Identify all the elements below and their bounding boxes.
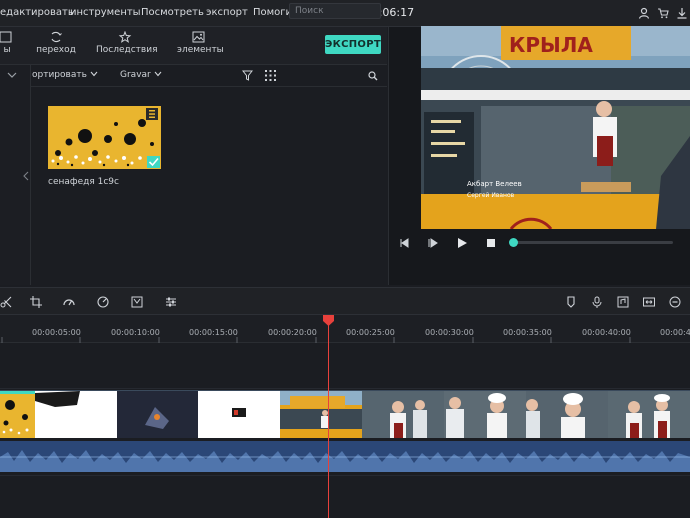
marker-icon[interactable] (565, 296, 577, 308)
cart-icon[interactable] (657, 7, 669, 19)
clip-thumb-image (35, 391, 80, 407)
timeline-toolbar (0, 287, 690, 315)
view-dropdown[interactable]: Gravar (120, 70, 162, 80)
menu-export[interactable]: экспорт (206, 7, 248, 18)
ruler-tick-label: 00:00:4 (660, 328, 690, 337)
effects-icon (118, 31, 132, 43)
collapse-sidebar-icon[interactable] (23, 171, 29, 181)
clip-thumb-image (280, 391, 362, 438)
lower-third-subtitle: Сергей Иванов (467, 192, 515, 199)
lower-third-name: Акбарт Велеев (467, 180, 522, 188)
play-icon[interactable] (455, 236, 469, 250)
microphone-icon[interactable] (591, 296, 603, 308)
clip-thumb-image (362, 391, 690, 438)
chevron-down-icon[interactable] (7, 71, 17, 79)
transition-icon (51, 31, 62, 43)
elements-icon (192, 31, 205, 43)
ruler-tick-label: 00:00:35:00 (503, 328, 552, 337)
tab-media-label: ы (3, 45, 11, 55)
media-clip-thumbnail[interactable] (48, 106, 161, 169)
ruler-tick-label: 00:00:20:00 (268, 328, 317, 337)
fit-timeline-icon[interactable] (643, 296, 655, 308)
ruler-tick-label: 00:00:30:00 (425, 328, 474, 337)
timeline-clip-dark[interactable] (117, 391, 198, 438)
timeline-clip-kiosk[interactable] (280, 391, 362, 438)
ruler-tick-label: 00:00:15:00 (189, 328, 238, 337)
filter-icon[interactable] (242, 70, 253, 81)
step-back-icon[interactable] (426, 236, 440, 250)
timeline-ruler[interactable]: 00:00:05:00 00:00:10:00 00:00:15:00 00:0… (0, 315, 690, 343)
tab-effects[interactable]: Последствия (96, 31, 158, 55)
tab-media[interactable]: ы (0, 31, 14, 55)
ruler-tick-label: 00:00:05:00 (32, 328, 81, 337)
menu-view[interactable]: Посмотреть (141, 7, 204, 18)
tab-elements-label: элементы (177, 45, 224, 55)
chevron-down-icon (90, 71, 98, 77)
media-library (31, 65, 387, 285)
search-input[interactable]: Поиск (289, 3, 381, 19)
video-frame-image: КРЫЛА Акбарт Велеев Сергей Иванов (421, 26, 690, 229)
clip-preview-image (48, 106, 161, 169)
zoom-out-icon[interactable] (669, 296, 681, 308)
ruler-tick-label: 00:00:10:00 (111, 328, 160, 337)
green-screen-icon[interactable] (131, 296, 143, 308)
audio-track-waveform[interactable] (0, 441, 690, 472)
download-icon[interactable] (676, 7, 688, 19)
color-icon[interactable] (97, 296, 109, 308)
clip-thumb-image (0, 391, 35, 435)
stop-icon[interactable] (484, 236, 498, 250)
preview-progress-knob[interactable] (509, 238, 518, 247)
clip-thumb-image (117, 391, 198, 438)
ruler-tick-label: 00:00:40:00 (582, 328, 631, 337)
track-divider (0, 388, 690, 389)
ruler-tick-label: 00:00:25:00 (346, 328, 395, 337)
user-icon[interactable] (638, 7, 650, 19)
audio-settings-icon[interactable] (165, 296, 177, 308)
timeline-clip-white[interactable] (35, 391, 117, 438)
view-dropdown-label: Gravar (120, 70, 151, 80)
tab-effects-label: Последствия (96, 45, 158, 55)
media-filter-bar: ортировать Gravar (31, 65, 387, 87)
track-divider (0, 475, 690, 476)
scissors-icon[interactable] (0, 296, 12, 308)
library-sidebar (0, 65, 31, 285)
chevron-down-icon (154, 71, 162, 77)
menu-edit[interactable]: едактировать (0, 7, 74, 18)
playhead-line[interactable] (328, 322, 329, 518)
timeline-clip-interview[interactable] (362, 391, 690, 438)
grid-view-icon[interactable] (265, 70, 276, 81)
media-clip-name: сенафедя 1с9с (48, 177, 119, 187)
tab-elements[interactable]: элементы (177, 31, 224, 55)
playhead-handle-icon[interactable] (322, 314, 335, 327)
timeline-clip-logo[interactable] (198, 391, 280, 438)
sign-text: КРЫЛА (509, 33, 593, 57)
speed-icon[interactable] (63, 296, 75, 308)
sort-dropdown-label: ортировать (32, 70, 87, 80)
export-button[interactable]: ЭКСПОРТ (325, 35, 381, 54)
preview-progress-bar[interactable] (511, 241, 673, 244)
tab-transitions[interactable]: переход (36, 31, 76, 55)
clip-thumb-image (232, 408, 246, 417)
voiceover-icon[interactable] (617, 296, 629, 308)
preview-video: КРЫЛА Акбарт Велеев Сергей Иванов (421, 26, 690, 229)
media-icon (0, 31, 12, 43)
audio-waveform (0, 441, 690, 472)
search-icon[interactable] (368, 71, 378, 81)
sort-dropdown[interactable]: ортировать (32, 70, 98, 80)
timeline-clip-intro[interactable] (0, 391, 35, 438)
crop-icon[interactable] (30, 296, 42, 308)
menu-tools[interactable]: инструменты (70, 7, 141, 18)
skip-back-icon[interactable] (397, 236, 411, 250)
tab-transitions-label: переход (36, 45, 76, 55)
